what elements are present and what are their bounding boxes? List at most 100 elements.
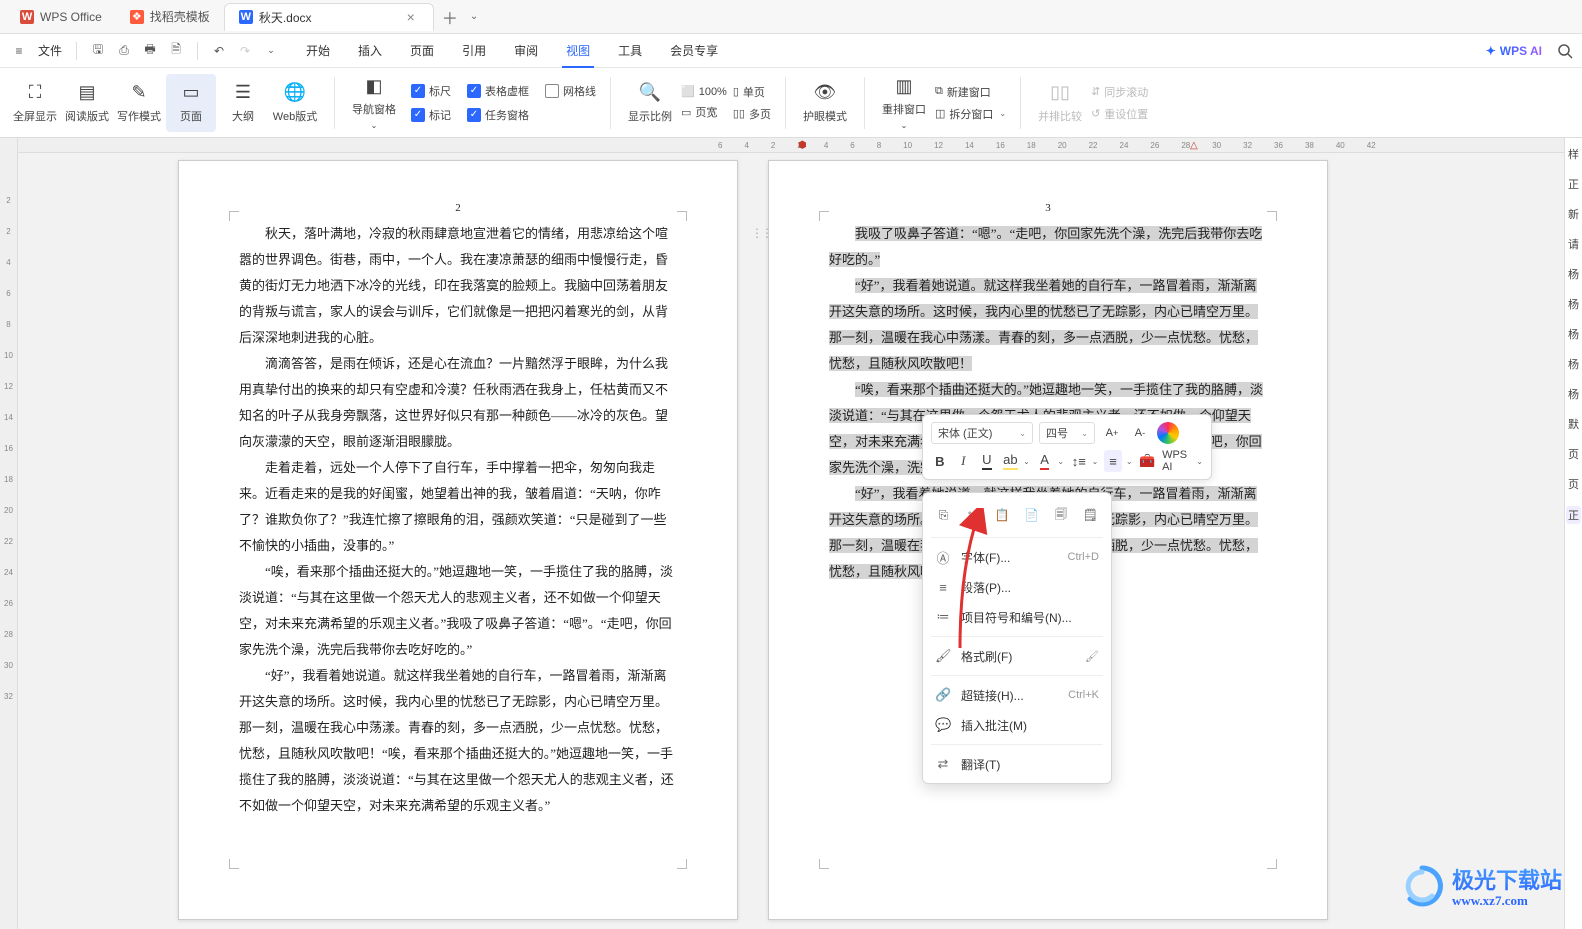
menu-item-hyperlink[interactable]: 🔗超链接(H)...Ctrl+K [923,680,1111,710]
font-size-combo[interactable]: 四号⌄ [1039,422,1095,444]
font-family-combo[interactable]: 宋体 (正文)⌄ [931,422,1033,444]
highlight-button[interactable]: ab [1002,450,1020,472]
new-window-button[interactable]: ⧉新建窗口 [935,84,1006,100]
markup-checkbox[interactable]: ✓标记 [411,107,451,123]
cut-icon[interactable]: ✄ [962,503,983,527]
document-canvas[interactable]: 64 2 ⬢ 24 68 1012 1416 1820 2224 2628 30… [18,138,1564,929]
gridlines-checkbox[interactable]: 网格线 [545,83,596,99]
tab-references[interactable]: 引用 [458,34,490,67]
selected-text[interactable]: 我吸了吸鼻子答道：“嗯”。“走吧，你回家先洗个澡，洗完后我带你去吃好吃的。” [829,226,1262,267]
tab-member[interactable]: 会员专享 [666,34,722,67]
eye-protection-button[interactable]: 👁护眼模式 [800,74,850,132]
tab-view[interactable]: 视图 [562,34,594,67]
ribbon-tabs: 开始 插入 页面 引用 审阅 视图 工具 会员专享 [302,34,722,67]
zoom-button[interactable]: 🔍显示比例 [625,74,675,132]
paste-keep-format-icon[interactable]: 🗒 [1080,503,1101,527]
ruler-checkbox[interactable]: ✓标尺 [411,83,451,99]
print-preview-icon[interactable]: 🗎 [165,40,187,62]
menubar: ≡ 文件 🖫 ⎙ 🖶 🗎 ↶ ↷ ⌄ 开始 插入 页面 引用 审阅 视图 工具 … [0,34,1582,68]
print-icon[interactable]: 🖶 [139,40,161,62]
quick-dropdown-icon[interactable]: ⌄ [260,40,282,62]
redo-icon[interactable]: ↷ [234,40,256,62]
tab-review[interactable]: 审阅 [510,34,542,67]
app-tab-document[interactable]: W 秋天.docx × [224,3,434,31]
paragraph[interactable]: “好”，我看着她说道。就这样我坐着她的自行车，一路冒着雨，渐渐离开这失意的场所。… [829,273,1267,377]
tab-close-icon[interactable]: × [403,9,419,25]
tab-list-dropdown[interactable]: ⌄ [466,11,482,22]
paragraph[interactable]: “唉，看来那个插曲还挺大的。”她逗趣地一笑，一手揽住了我的胳膊，淡淡说道：“与其… [239,559,677,663]
single-page-button[interactable]: ▯单页 [733,84,771,100]
toolbox-button[interactable]: 🧰 [1139,450,1157,472]
paste-text-icon[interactable]: 📄 [1021,503,1042,527]
save-icon[interactable]: 🖫 [87,40,109,62]
wps-ai-button[interactable]: ✦ WPS AI [1486,44,1542,58]
writing-mode-button[interactable]: ✎写作模式 [114,74,164,132]
tab-page[interactable]: 页面 [406,34,438,67]
wps-ai-mini-button[interactable]: WPS AI [1162,449,1192,473]
underline-button[interactable]: U [978,450,996,472]
tab-start[interactable]: 开始 [302,34,334,67]
ai-assist-button[interactable] [1157,422,1179,444]
indent-marker-icon[interactable]: ⬢ [798,140,807,151]
tab-insert[interactable]: 插入 [354,34,386,67]
reading-layout-button[interactable]: ▤阅读版式 [62,74,112,132]
paragraph[interactable]: 我吸了吸鼻子答道：“嗯”。“走吧，你回家先洗个澡，洗完后我带你去吃好吃的。” [829,221,1267,273]
paragraph[interactable]: “好”，我看着她说道。就这样我坐着她的自行车，一路冒着雨，渐渐离开这失意的场所。… [239,663,677,819]
arrange-icon: ▥ [893,75,915,97]
paragraph[interactable]: 滴滴答答，是雨在倾诉，还是心在流血？一片黯然浮于眼眸，为什么我用真挚付出的换来的… [239,351,677,455]
split-window-button[interactable]: ◫拆分窗口⌄ [935,106,1006,122]
web-layout-button[interactable]: 🌐Web版式 [270,74,320,132]
outline-button[interactable]: ☰大纲 [218,74,268,132]
bold-button[interactable]: B [931,450,949,472]
fullscreen-button[interactable]: ⛶全屏显示 [10,74,60,132]
paragraph[interactable]: 秋天，落叶满地，冷寂的秋雨肆意地宣泄着它的情绪，用悲凉给这个喧嚣的世界调色。街巷… [239,221,677,351]
brush-badge-icon: 🖌 [1085,650,1099,663]
grow-font-button[interactable]: A+ [1101,422,1123,444]
font-color-button[interactable]: A [1036,450,1054,472]
selected-text[interactable]: “好”，我看着她说道。就这样我坐着她的自行车，一路冒着雨，渐渐离开这失意的场所。… [829,278,1258,371]
comment-icon: 💬 [935,717,951,733]
page-width-button[interactable]: ▭页宽 [681,104,727,120]
arrange-windows-button[interactable]: ▥重排窗口⌄ [879,74,929,132]
export-icon[interactable]: ⎙ [113,40,135,62]
italic-button[interactable]: I [955,450,973,472]
newwin-icon: ⧉ [935,85,943,98]
multi-page-button[interactable]: ▯▯多页 [733,106,771,122]
menu-item-paragraph[interactable]: ≡段落(P)... [923,572,1111,602]
shrink-font-button[interactable]: A- [1129,422,1151,444]
menu-item-bullets[interactable]: ≔项目符号和编号(N)... [923,602,1111,632]
align-button[interactable]: ≡ [1104,450,1122,472]
format-painter-icon: 🖌 [935,648,951,664]
hamburger-icon[interactable]: ≡ [8,40,30,62]
document-page[interactable]: 2 秋天，落叶满地，冷寂的秋雨肆意地宣泄着它的情绪，用悲凉给这个喧嚣的世界调色。… [178,160,738,920]
nav-pane-button[interactable]: ◧导航窗格⌄ [349,74,399,132]
zoom-100-button[interactable]: ⬜100% [681,85,727,98]
side-by-side-button[interactable]: ▯▯并排比较 [1035,74,1085,132]
zoom-icon: 🔍 [639,82,661,104]
paragraph[interactable]: 走着走着，远处一个人停下了自行车，手中撑着一把伞，匆匆向我走来。近看走来的是我的… [239,455,677,559]
reset-position-button: ↺重设位置 [1091,106,1148,122]
app-tab-wps[interactable]: W WPS Office [6,3,116,31]
undo-icon[interactable]: ↶ [208,40,230,62]
ribbon-view: ⛶全屏显示 ▤阅读版式 ✎写作模式 ▭页面 ☰大纲 🌐Web版式 ◧导航窗格⌄ … [0,68,1582,138]
page-layout-button[interactable]: ▭页面 [166,74,216,132]
search-icon[interactable] [1556,42,1574,60]
move-handle-icon[interactable]: ⋮⋮ [751,221,771,245]
styles-panel-sliver[interactable]: 样 正 新 请 杨 杨 杨 杨 杨 默 页 页 正 [1564,138,1582,929]
menu-item-comment[interactable]: 💬插入批注(M) [923,710,1111,740]
tab-tools[interactable]: 工具 [614,34,646,67]
new-tab-button[interactable]: ＋ [434,5,466,29]
task-pane-checkbox[interactable]: ✓任务窗格 [467,107,529,123]
menu-item-translate[interactable]: ⇄翻译(T)› [923,749,1111,779]
paste-special-icon[interactable]: 🗐 [1050,503,1071,527]
file-menu[interactable]: 文件 [34,42,66,59]
app-tab-template[interactable]: ❖ 找稻壳模板 [116,3,224,31]
menu-item-format-painter[interactable]: 🖌格式刷(F)🖌 [923,641,1111,671]
line-spacing-button[interactable]: ↕≡ [1070,450,1088,472]
table-gridlines-checkbox[interactable]: ✓表格虚框 [467,83,529,99]
copy-icon[interactable]: ⎘ [933,503,954,527]
menu-item-font[interactable]: Ⓐ字体(F)...Ctrl+D [923,542,1111,572]
paste-icon[interactable]: 📋 [992,503,1013,527]
right-indent-marker-icon[interactable]: △ [1190,140,1198,151]
writing-icon: ✎ [128,82,150,104]
